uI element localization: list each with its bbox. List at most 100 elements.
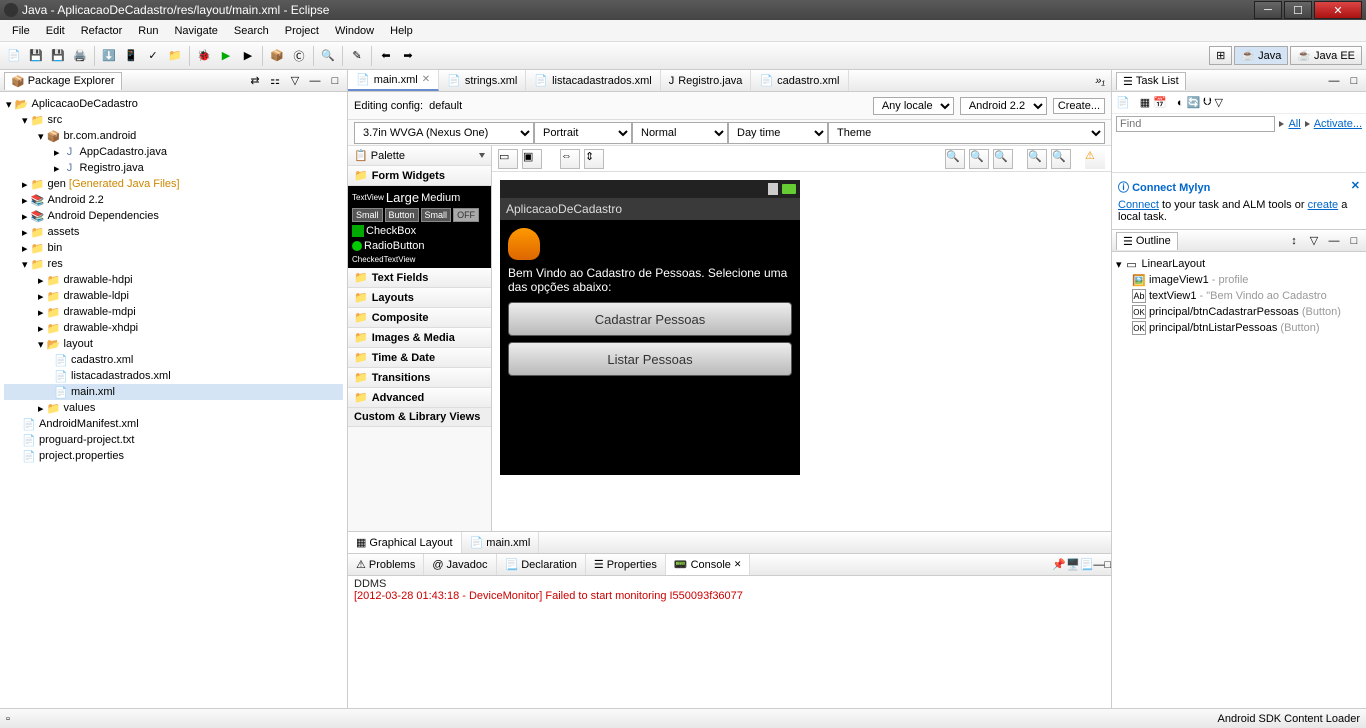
- file-registro[interactable]: Registro.java: [80, 162, 144, 174]
- new-button[interactable]: 📄: [4, 46, 24, 66]
- tab-source-xml[interactable]: 📄 main.xml: [462, 532, 540, 553]
- overflow-indicator[interactable]: »₁: [1089, 75, 1111, 87]
- console-output[interactable]: DDMS [2012-03-28 01:43:18 - DeviceMonito…: [348, 576, 1111, 708]
- toggle-button[interactable]: ✎: [347, 46, 367, 66]
- menu-file[interactable]: File: [4, 23, 38, 39]
- ldpi-node[interactable]: drawable-ldpi: [64, 290, 129, 302]
- hdpi-node[interactable]: drawable-hdpi: [64, 274, 133, 286]
- show-included-button[interactable]: ▭: [498, 149, 518, 169]
- tab-main-xml[interactable]: 📄 main.xml✕: [348, 70, 439, 91]
- print-button[interactable]: 🖨️: [70, 46, 90, 66]
- deps-node[interactable]: Android Dependencies: [48, 210, 159, 222]
- minimize-icon[interactable]: —: [1326, 233, 1342, 249]
- console-open-icon[interactable]: 📃: [1080, 558, 1094, 571]
- tab-listacadastrados[interactable]: 📄 listacadastrados.xml: [526, 70, 660, 91]
- tab-registro-java[interactable]: J Registro.java: [661, 70, 752, 91]
- back-button[interactable]: ⬅: [376, 46, 396, 66]
- new-project-button[interactable]: 📁: [165, 46, 185, 66]
- menu-search[interactable]: Search: [226, 23, 277, 39]
- outline-tree[interactable]: ▾▭LinearLayout 🖼️imageView1 - profile Ab…: [1112, 252, 1366, 708]
- search-button[interactable]: 🔍: [318, 46, 338, 66]
- widget-small[interactable]: Small: [352, 208, 383, 222]
- button-listar[interactable]: Listar Pessoas: [508, 342, 792, 376]
- debug-button[interactable]: 🐞: [194, 46, 214, 66]
- locale-select[interactable]: Any locale: [873, 97, 954, 115]
- new-package-button[interactable]: 📦: [267, 46, 287, 66]
- warning-icon[interactable]: ⚠: [1085, 149, 1105, 169]
- open-perspective-button[interactable]: ⊞: [1209, 46, 1232, 65]
- daynight-select[interactable]: Day time: [728, 122, 828, 144]
- console-display-icon[interactable]: 🖥️: [1066, 558, 1080, 571]
- xhdpi-node[interactable]: drawable-xhdpi: [64, 322, 139, 334]
- palette-cat-custom[interactable]: Custom & Library Views: [348, 408, 491, 427]
- close-button[interactable]: ✕: [1314, 1, 1362, 19]
- tab-problems[interactable]: ⚠ Problems: [348, 554, 424, 575]
- tab-graphical-layout[interactable]: ▦ Graphical Layout: [348, 532, 462, 553]
- view-menu-icon[interactable]: ▽: [1306, 233, 1322, 249]
- outline-sort-icon[interactable]: ↕: [1286, 233, 1302, 249]
- button-cadastrar[interactable]: Cadastrar Pessoas: [508, 302, 792, 336]
- outline-imageview[interactable]: imageView1: [1149, 274, 1209, 286]
- dock-select[interactable]: Normal: [632, 122, 728, 144]
- menu-project[interactable]: Project: [277, 23, 327, 39]
- maximize-icon[interactable]: □: [327, 73, 343, 89]
- values-node[interactable]: values: [64, 402, 96, 414]
- expand-button[interactable]: ⇔: [560, 149, 580, 169]
- assets-node[interactable]: assets: [48, 226, 80, 238]
- menu-refactor[interactable]: Refactor: [73, 23, 131, 39]
- theme-select[interactable]: Theme: [828, 122, 1105, 144]
- palette-cat-images[interactable]: 📁 Images & Media: [348, 328, 491, 348]
- shrink-button[interactable]: ⇕: [584, 149, 604, 169]
- widget-medium[interactable]: Medium: [421, 192, 460, 204]
- main-xml-node[interactable]: main.xml: [71, 386, 115, 398]
- profile-image[interactable]: [508, 228, 540, 260]
- layout-node[interactable]: layout: [64, 338, 93, 350]
- new-task-icon[interactable]: 📄: [1116, 96, 1130, 109]
- minimize-button[interactable]: ─: [1254, 1, 1282, 19]
- manifest-node[interactable]: AndroidManifest.xml: [39, 418, 139, 430]
- proguard-node[interactable]: proguard-project.txt: [39, 434, 134, 446]
- perspective-java[interactable]: ☕ Java: [1234, 46, 1288, 65]
- new-class-button[interactable]: Ⓒ: [289, 46, 309, 66]
- target-select[interactable]: Android 2.2: [960, 97, 1047, 115]
- palette-cat-text-fields[interactable]: 📁 Text Fields: [348, 268, 491, 288]
- widget-button[interactable]: Button: [385, 208, 419, 222]
- view-menu-icon[interactable]: ▽: [1215, 96, 1223, 109]
- console-maximize-icon[interactable]: □: [1104, 559, 1111, 571]
- package-explorer-tree[interactable]: ▾📂AplicacaoDeCadastro ▾📁src ▾📦br.com.and…: [0, 92, 347, 708]
- schedule-icon[interactable]: 📅: [1153, 96, 1167, 109]
- maximize-icon[interactable]: □: [1346, 73, 1362, 89]
- outline-tab[interactable]: ☰ Outline: [1116, 232, 1178, 250]
- palette-cat-advanced[interactable]: 📁 Advanced: [348, 388, 491, 408]
- zoom-in-button[interactable]: 🔍: [1051, 149, 1071, 169]
- tab-declaration[interactable]: 📃 Declaration: [497, 554, 586, 575]
- save-button[interactable]: 💾: [26, 46, 46, 66]
- palette-cat-form-widgets[interactable]: 📁 Form Widgets: [348, 166, 491, 186]
- forward-button[interactable]: ➡: [398, 46, 418, 66]
- zoom-fit-button[interactable]: 🔍: [969, 149, 989, 169]
- view-menu-icon[interactable]: ▽: [287, 73, 303, 89]
- widget-small2[interactable]: Small: [421, 208, 452, 222]
- synchronize-icon[interactable]: 🔄: [1186, 96, 1200, 109]
- collapse-all-icon[interactable]: ⇄: [247, 73, 263, 89]
- activate-link[interactable]: Activate...: [1314, 118, 1362, 130]
- task-find-input[interactable]: [1116, 116, 1275, 132]
- lista-xml-node[interactable]: listacadastrados.xml: [71, 370, 171, 382]
- collapse-icon[interactable]: ⮋: [1203, 96, 1211, 109]
- menu-navigate[interactable]: Navigate: [166, 23, 225, 39]
- menu-help[interactable]: Help: [382, 23, 421, 39]
- palette-cat-composite[interactable]: 📁 Composite: [348, 308, 491, 328]
- create-button[interactable]: Create...: [1053, 98, 1105, 114]
- project-node[interactable]: AplicacaoDeCadastro: [32, 98, 138, 110]
- zoom-real-button[interactable]: 🔍: [945, 149, 965, 169]
- connect-link[interactable]: Connect: [1118, 199, 1159, 211]
- zoom-out-button[interactable]: 🔍: [1027, 149, 1047, 169]
- widget-radio[interactable]: RadioButton: [364, 240, 425, 252]
- zoom-100-button[interactable]: 🔍: [993, 149, 1013, 169]
- palette-cat-transitions[interactable]: 📁 Transitions: [348, 368, 491, 388]
- palette-cat-time[interactable]: 📁 Time & Date: [348, 348, 491, 368]
- tab-javadoc[interactable]: @ Javadoc: [424, 554, 496, 575]
- outline-textview[interactable]: textView1: [1149, 290, 1197, 302]
- menu-window[interactable]: Window: [327, 23, 382, 39]
- minimize-icon[interactable]: —: [307, 73, 323, 89]
